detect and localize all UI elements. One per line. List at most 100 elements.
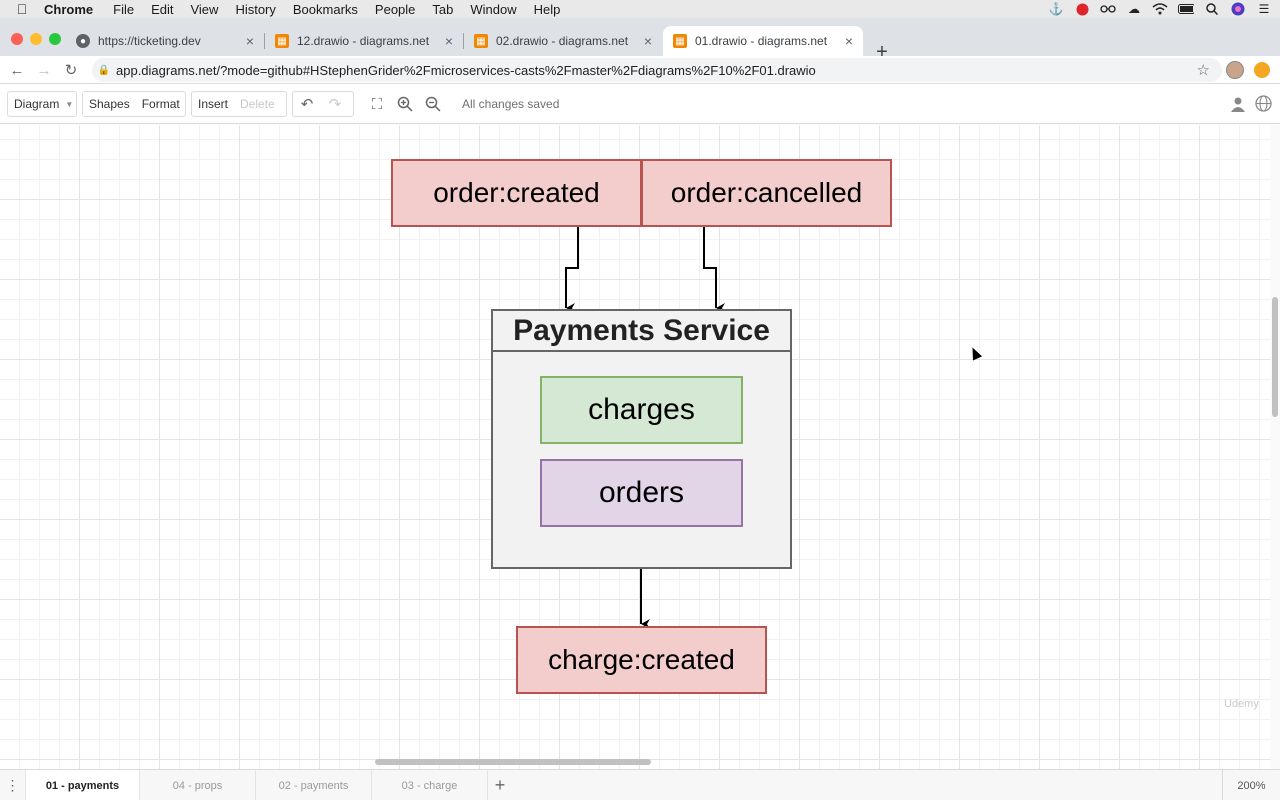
event-order-created[interactable]: order:created <box>391 159 642 227</box>
undo-icon[interactable]: ↶ <box>293 92 321 116</box>
apple-icon[interactable]:  <box>0 1 44 17</box>
drawio-icon: ▦ <box>474 34 488 48</box>
redo-icon[interactable]: ↷ <box>321 92 349 116</box>
reload-button[interactable]: ↻ <box>60 59 82 81</box>
zoom-out-icon[interactable] <box>419 92 447 116</box>
save-status: All changes saved <box>462 97 560 111</box>
tab-12-drawio[interactable]: ▦ 12.drawio - diagrams.net × <box>265 26 464 56</box>
menu-tab[interactable]: Tab <box>432 2 453 17</box>
vertical-scrollbar-thumb[interactable] <box>1272 297 1278 417</box>
close-icon[interactable]: × <box>640 33 656 49</box>
collection-orders-label: orders <box>598 476 685 509</box>
window-minimize-button[interactable] <box>30 33 42 45</box>
wifi-icon[interactable] <box>1152 2 1168 16</box>
drawio-icon: ▦ <box>673 34 687 48</box>
drawio-icon: ▦ <box>275 34 289 48</box>
zoom-in-icon[interactable] <box>391 92 419 116</box>
event-charge-created[interactable]: charge:created <box>516 626 767 694</box>
page-tab-01-payments[interactable]: 01 - payments <box>26 770 140 800</box>
zoom-level[interactable]: 200% <box>1222 770 1280 800</box>
tab-title: 02.drawio - diagrams.net <box>496 34 629 48</box>
tab-title: https://ticketing.dev <box>98 34 201 48</box>
language-globe-icon[interactable] <box>1255 95 1272 112</box>
edit-group: Insert Delete <box>191 91 287 117</box>
back-button[interactable]: ← <box>6 59 28 81</box>
bookmark-star-icon[interactable]: ☆ <box>1197 61 1210 79</box>
close-icon[interactable]: × <box>242 33 258 49</box>
menu-bookmarks[interactable]: Bookmarks <box>293 2 358 17</box>
tab-ticketing[interactable]: ● https://ticketing.dev × <box>66 26 265 56</box>
history-group: ↶ ↷ <box>292 91 354 117</box>
globe-icon: ● <box>76 34 90 48</box>
menu-history[interactable]: History <box>235 2 275 17</box>
tab-title: 12.drawio - diagrams.net <box>297 34 430 48</box>
pages-menu-icon[interactable]: ⋮ <box>0 770 26 800</box>
page-tab-label: 03 - charge <box>401 779 458 792</box>
menu-window[interactable]: Window <box>470 2 516 17</box>
address-bar: ← → ↻ 🔒 app.diagrams.net/?mode=github#HS… <box>0 56 1280 84</box>
shapes-button[interactable]: Shapes <box>83 92 136 116</box>
url-field[interactable]: 🔒 app.diagrams.net/?mode=github#HStephen… <box>92 58 1222 82</box>
siri-icon[interactable] <box>1230 2 1246 16</box>
lock-icon: 🔒 <box>97 64 111 76</box>
notification-list-icon[interactable]: ☰ <box>1256 2 1272 16</box>
event-charge-created-label: charge:created <box>548 644 735 675</box>
menu-people[interactable]: People <box>375 2 415 17</box>
format-button[interactable]: Format <box>136 92 186 116</box>
menu-help[interactable]: Help <box>534 2 561 17</box>
tab-title: 01.drawio - diagrams.net <box>695 34 828 48</box>
diagram-canvas[interactable]: order:created order:cancelled Payments S… <box>0 125 1270 769</box>
event-order-cancelled[interactable]: order:cancelled <box>641 159 892 227</box>
page-tab-label: 04 - props <box>172 779 223 792</box>
window-close-button[interactable] <box>11 33 23 45</box>
page-tabs-bar: ⋮ 01 - payments 04 - props 02 - payments… <box>0 769 1280 800</box>
delete-button[interactable]: Delete <box>234 92 281 116</box>
zoom-level-value: 200% <box>1237 779 1266 792</box>
window-zoom-button[interactable] <box>49 33 61 45</box>
cloud-icon[interactable]: ☁ <box>1126 2 1142 16</box>
tab-01-drawio[interactable]: ▦ 01.drawio - diagrams.net × <box>663 26 863 56</box>
collection-charges-label: charges <box>588 393 695 426</box>
tab-02-drawio[interactable]: ▦ 02.drawio - diagrams.net × <box>464 26 662 56</box>
horizontal-scrollbar-thumb[interactable] <box>375 759 651 765</box>
forward-button[interactable]: → <box>33 59 55 81</box>
url-text: app.diagrams.net/?mode=github#HStephenGr… <box>116 62 816 78</box>
profile-avatar[interactable] <box>1226 61 1244 79</box>
page-tab-label: 01 - payments <box>45 779 120 792</box>
collection-charges[interactable]: charges <box>540 376 743 444</box>
drawio-toolbar: Diagram ▼ Shapes Format Insert Delete ↶ … <box>0 84 1280 124</box>
close-icon[interactable]: × <box>841 33 857 49</box>
extension-icon[interactable] <box>1254 62 1270 78</box>
page-tab-02-payments[interactable]: 02 - payments <box>256 770 372 800</box>
view-group: ⛶ <box>363 91 451 117</box>
menu-file[interactable]: File <box>113 2 134 17</box>
close-icon[interactable]: × <box>441 33 457 49</box>
fit-page-icon[interactable]: ⛶ <box>363 92 391 116</box>
event-order-created-label: order:created <box>433 177 600 208</box>
event-order-cancelled-label: order:cancelled <box>670 177 863 208</box>
glasses-icon[interactable] <box>1100 2 1116 16</box>
collection-orders[interactable]: orders <box>540 459 743 527</box>
chevron-down-icon: ▼ <box>65 99 74 109</box>
arrow-order-cancelled-to-service[interactable] <box>703 227 725 313</box>
arrow-order-created-to-service[interactable] <box>565 227 579 313</box>
page-tab-label: 02 - payments <box>278 779 349 792</box>
panel-toggle-group: Shapes Format <box>82 91 186 117</box>
menu-edit[interactable]: Edit <box>151 2 173 17</box>
record-icon[interactable] <box>1074 2 1090 16</box>
browser-tabstrip: ● https://ticketing.dev × ▦ 12.drawio - … <box>0 18 1280 62</box>
page-tab-03-charge[interactable]: 03 - charge <box>372 770 488 800</box>
udemy-watermark: Udemy <box>1224 698 1259 710</box>
battery-icon[interactable] <box>1178 2 1194 16</box>
menu-view[interactable]: View <box>190 2 218 17</box>
add-page-button[interactable]: + <box>490 770 510 800</box>
payments-service-title: Payments Service <box>493 311 790 352</box>
insert-button[interactable]: Insert <box>192 92 234 116</box>
vertical-scrollbar[interactable] <box>1270 125 1280 769</box>
menu-app-name[interactable]: Chrome <box>44 2 93 17</box>
search-icon[interactable] <box>1204 2 1220 16</box>
docker-icon[interactable]: ⚓ <box>1048 2 1064 16</box>
page-tab-04-props[interactable]: 04 - props <box>140 770 256 800</box>
user-icon[interactable] <box>1230 96 1246 112</box>
diagram-menu[interactable]: Diagram ▼ <box>7 91 77 117</box>
